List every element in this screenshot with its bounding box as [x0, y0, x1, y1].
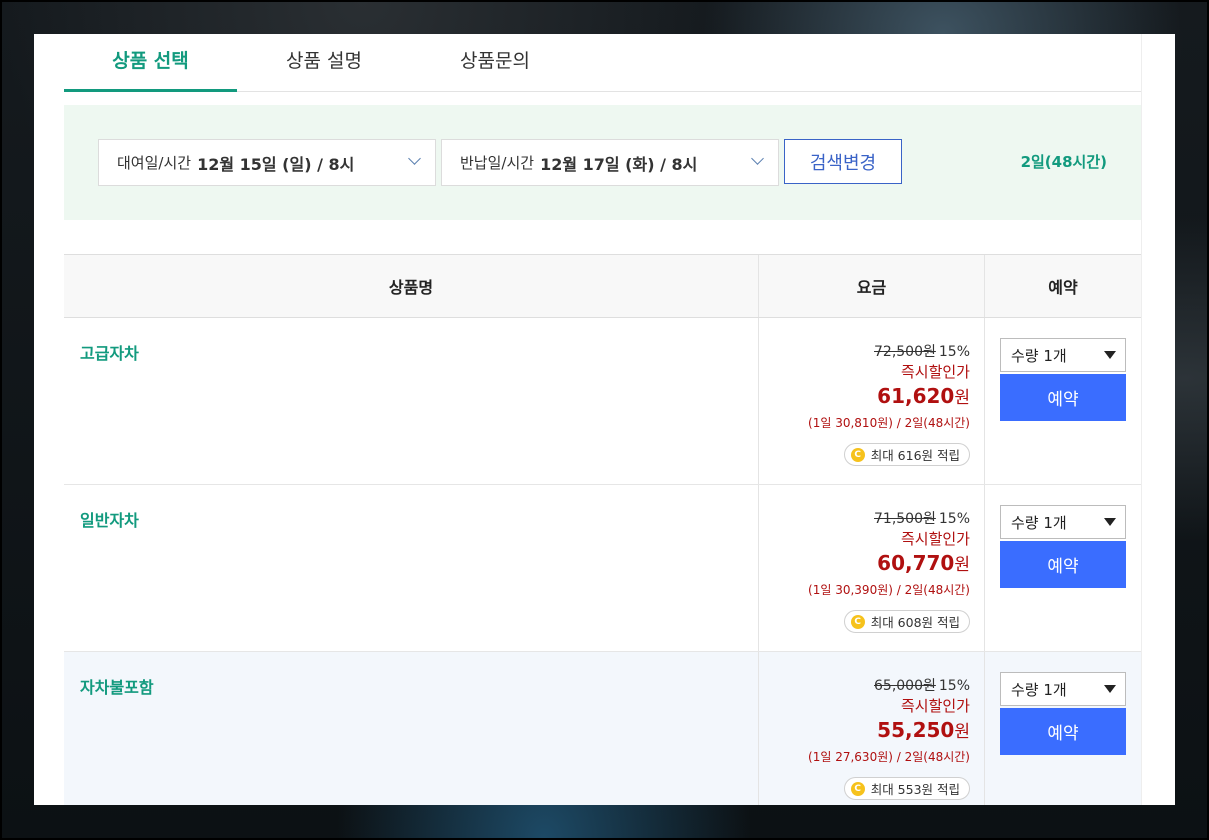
pickup-label: 대여일/시간: [117, 154, 192, 172]
reserve-cell: 수량 1개 예약: [985, 485, 1141, 651]
table-row: 자차불포함 65,000원 15% 즉시할인가 55,250원 (1일 27,63…: [64, 652, 1141, 805]
tab-product-select[interactable]: 상품 선택: [64, 34, 237, 92]
table-row: 일반자차 71,500원 15% 즉시할인가 60,770원 (1일 30,390…: [64, 485, 1141, 652]
coin-icon: C: [850, 614, 865, 629]
reserve-cell: 수량 1개 예약: [985, 652, 1141, 805]
points-text: 최대 608원 적립: [870, 615, 960, 630]
per-day-price: (1일 30,810원) / 2일(48시간): [808, 416, 970, 430]
header-reserve: 예약: [1048, 278, 1078, 297]
currency-unit: 원: [954, 555, 970, 575]
discount-label: 즉시할인가: [900, 697, 970, 715]
product-name[interactable]: 자차불포함: [80, 678, 154, 697]
sale-price: 61,620: [877, 384, 955, 408]
price-cell: 72,500원 15% 즉시할인가 61,620원 (1일 30,810원) / …: [759, 318, 985, 484]
reserve-cell: 수량 1개 예약: [985, 318, 1141, 484]
points-badge: C 최대 553원 적립: [843, 777, 970, 800]
points-badge: C 최대 616원 적립: [843, 443, 970, 466]
tab-bar: 상품 선택 상품 설명 상품문의: [64, 34, 1141, 92]
discount-label: 즉시할인가: [900, 363, 970, 381]
reserve-button[interactable]: 예약: [1000, 708, 1126, 755]
pickup-value: 12월 15일 (일) / 8시: [197, 154, 355, 174]
tab-product-description[interactable]: 상품 설명: [237, 34, 411, 92]
tab-product-inquiry[interactable]: 상품문의: [411, 34, 579, 92]
return-datetime-select[interactable]: 반납일/시간 12월 17일 (화) / 8시: [441, 139, 779, 186]
discount-rate: 15%: [938, 344, 970, 360]
product-panel: 상품 선택 상품 설명 상품문의 대여일/시간 12월 15일 (일) / 8시…: [34, 34, 1175, 805]
change-search-button[interactable]: 검색변경: [784, 139, 902, 184]
original-price: 72,500원: [874, 344, 936, 360]
reserve-button[interactable]: 예약: [1000, 374, 1126, 421]
price-cell: 71,500원 15% 즉시할인가 60,770원 (1일 30,390원) / …: [759, 485, 985, 651]
points-text: 최대 616원 적립: [870, 448, 960, 463]
table-header: 상품명 요금 예약: [64, 255, 1141, 318]
return-label: 반납일/시간: [460, 154, 535, 172]
pickup-datetime-select[interactable]: 대여일/시간 12월 15일 (일) / 8시: [98, 139, 436, 186]
return-value: 12월 17일 (화) / 8시: [540, 154, 698, 174]
per-day-price: (1일 30,390원) / 2일(48시간): [808, 583, 970, 597]
product-name[interactable]: 일반자차: [80, 511, 139, 530]
product-name[interactable]: 고급자차: [80, 344, 139, 363]
original-price: 65,000원: [874, 678, 936, 694]
caret-down-icon: [1104, 518, 1116, 526]
quantity-select[interactable]: 수량 1개: [1000, 338, 1126, 372]
original-price: 71,500원: [874, 511, 936, 527]
quantity-select[interactable]: 수량 1개: [1000, 672, 1126, 706]
per-day-price: (1일 27,630원) / 2일(48시간): [808, 750, 970, 764]
points-badge: C 최대 608원 적립: [843, 610, 970, 633]
discount-label: 즉시할인가: [900, 530, 970, 548]
quantity-value: 수량 1개: [1011, 513, 1067, 532]
sale-price: 60,770: [877, 551, 955, 575]
rental-duration: 2일(48시간): [1020, 153, 1107, 171]
header-product-name: 상품명: [64, 255, 759, 317]
coin-icon: C: [850, 781, 865, 796]
reserve-button[interactable]: 예약: [1000, 541, 1126, 588]
currency-unit: 원: [954, 388, 970, 408]
currency-unit: 원: [954, 722, 970, 742]
quantity-value: 수량 1개: [1011, 680, 1067, 699]
chevron-down-icon: [751, 152, 764, 165]
price-cell: 65,000원 15% 즉시할인가 55,250원 (1일 27,630원) / …: [759, 652, 985, 805]
caret-down-icon: [1104, 351, 1116, 359]
quantity-select[interactable]: 수량 1개: [1000, 505, 1126, 539]
caret-down-icon: [1104, 685, 1116, 693]
discount-rate: 15%: [938, 511, 970, 527]
discount-rate: 15%: [938, 678, 970, 694]
sale-price: 55,250: [877, 718, 955, 742]
product-table: 상품명 요금 예약 고급자차 72,500원 15% 즉시할인가 61,620원 …: [64, 254, 1141, 805]
coin-icon: C: [850, 447, 865, 462]
points-text: 최대 553원 적립: [870, 782, 960, 797]
search-panel: 대여일/시간 12월 15일 (일) / 8시 반납일/시간 12월 17일 (…: [64, 105, 1141, 220]
table-row: 고급자차 72,500원 15% 즉시할인가 61,620원 (1일 30,810…: [64, 318, 1141, 485]
header-price: 요금: [759, 255, 985, 317]
chevron-down-icon: [408, 152, 421, 165]
scrollbar-gutter[interactable]: [1141, 34, 1175, 805]
quantity-value: 수량 1개: [1011, 346, 1067, 365]
